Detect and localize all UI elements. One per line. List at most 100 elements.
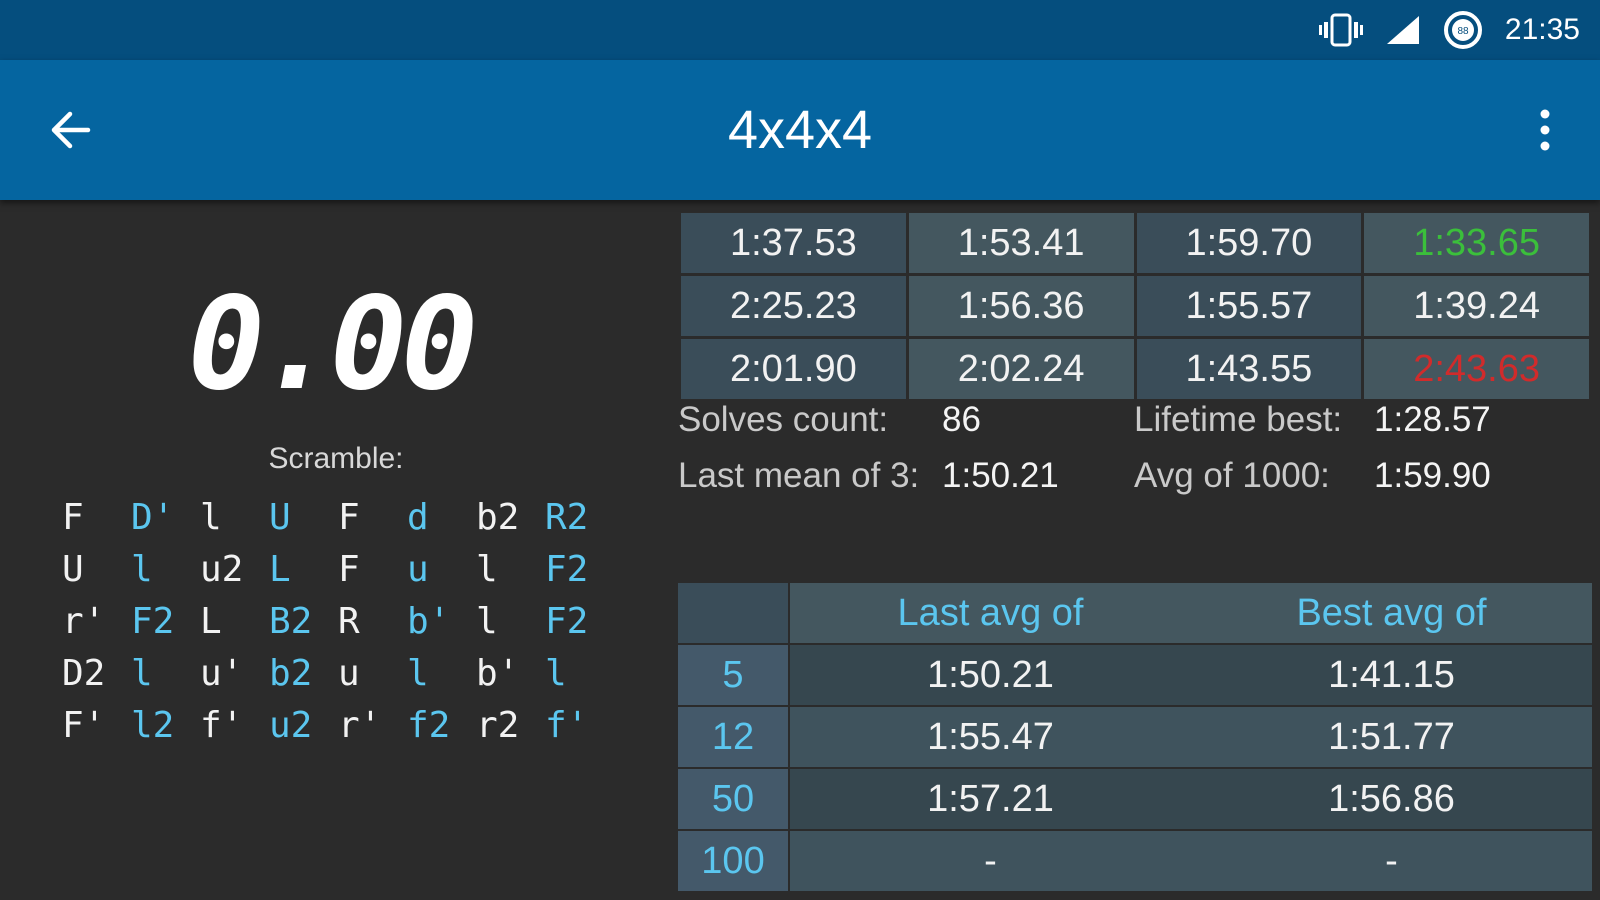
avg-count: 12 — [678, 707, 788, 767]
stats-panel: Solves count: 86 Lifetime best: 1:28.57 … — [678, 400, 1592, 510]
solve-time-cell[interactable]: 1:33.65 — [1364, 213, 1589, 273]
best-avg-value: 1:41.15 — [1191, 645, 1592, 705]
scramble-move: f2 — [407, 705, 451, 746]
scramble-move: U — [269, 497, 291, 538]
scramble-label: Scramble: — [268, 442, 404, 475]
scramble-move: l — [545, 653, 567, 694]
signal-icon — [1385, 14, 1421, 46]
app-bar: 4x4x4 — [0, 60, 1600, 200]
scramble-move: l — [131, 549, 153, 590]
scramble-move: l — [200, 497, 222, 538]
last-mean-stat: Last mean of 3: 1:50.21 — [678, 456, 1059, 496]
scramble-move: U — [62, 549, 84, 590]
scramble-sequence: F D' l U Fd b2 R2 Ul u2 L Fu l F2 r' F2 L B2 Rb' l F2 D2 l u' b… — [62, 492, 614, 752]
more-vert-icon — [1540, 109, 1550, 151]
last-avg-value: 1:55.47 — [790, 707, 1191, 767]
battery-saver-icon: 88 — [1443, 10, 1483, 50]
times-row: 2:25.23 1:56.36 1:55.57 1:39.24 — [681, 276, 1589, 336]
scramble-move: L — [269, 549, 291, 590]
last-avg-value: 1:50.21 — [790, 645, 1191, 705]
timer-display[interactable]: 0.00 — [180, 280, 480, 410]
times-row: 1:37.53 1:53.41 1:59.70 1:33.65 — [681, 213, 1589, 273]
scramble-move: l — [476, 549, 498, 590]
header-best-avg: Best avg of — [1191, 583, 1592, 643]
solve-time-cell[interactable]: 2:43.63 — [1364, 339, 1589, 399]
scramble-move: l — [131, 653, 153, 694]
solves-count-stat: Solves count: 86 — [678, 400, 981, 440]
lifetime-best-value: 1:28.57 — [1374, 400, 1491, 439]
scramble-move: F — [62, 497, 84, 538]
solve-time-cell[interactable]: 1:53.41 — [908, 213, 1134, 273]
solve-time-cell[interactable]: 2:02.24 — [908, 339, 1134, 399]
solve-time-cell[interactable]: 1:43.55 — [1136, 339, 1362, 399]
header-last-avg: Last avg of — [790, 583, 1191, 643]
solve-time-cell[interactable]: 1:59.70 — [1136, 213, 1362, 273]
best-avg-value: 1:56.86 — [1191, 769, 1592, 829]
scramble-move: l — [476, 601, 498, 642]
recent-times-table: 1:37.53 1:53.41 1:59.70 1:33.65 2:25.23 1:56.… — [678, 210, 1592, 402]
scramble-move: F' — [62, 705, 106, 746]
page-title: 4x4x4 — [727, 100, 873, 160]
scramble-move: F — [338, 497, 360, 538]
scramble-move: d — [407, 497, 429, 538]
scramble-move: r' — [62, 601, 106, 642]
solve-time-cell[interactable]: 1:56.36 — [908, 276, 1134, 336]
scramble-move: B2 — [269, 601, 313, 642]
last-avg-value: - — [790, 831, 1191, 891]
best-avg-value: - — [1191, 831, 1592, 891]
status-time: 21:35 — [1504, 13, 1580, 46]
scramble-move: L — [200, 601, 222, 642]
avg-count: 50 — [678, 769, 788, 829]
avg-count: 100 — [678, 831, 788, 891]
last-mean-value: 1:50.21 — [942, 456, 1059, 495]
times-row: 2:01.90 2:02.24 1:43.55 2:43.63 — [681, 339, 1589, 399]
solve-time-cell[interactable]: 2:25.23 — [681, 276, 906, 336]
scramble-move: u — [407, 549, 429, 590]
vibrate-icon — [1318, 13, 1363, 47]
scramble-move: R2 — [545, 497, 589, 538]
avg-1000-stat: Avg of 1000: 1:59.90 — [1134, 456, 1491, 496]
scramble-move: r' — [338, 705, 382, 746]
scramble-move: l — [407, 653, 429, 694]
lifetime-best-stat: Lifetime best: 1:28.57 — [1134, 400, 1491, 440]
scramble-move: u2 — [269, 705, 313, 746]
scramble-move: R — [338, 601, 360, 642]
averages-row[interactable]: 100- - — [678, 831, 1592, 891]
scramble-move: l2 — [131, 705, 175, 746]
scramble-move: b' — [407, 601, 451, 642]
scramble-move: f' — [545, 705, 589, 746]
scramble-move: D2 — [62, 653, 106, 694]
scramble-move: F2 — [131, 601, 175, 642]
solve-time-cell[interactable]: 1:55.57 — [1136, 276, 1362, 336]
svg-text:88: 88 — [1457, 26, 1469, 37]
scramble-move: b2 — [269, 653, 313, 694]
lifetime-best-label: Lifetime best: — [1134, 400, 1343, 439]
averages-header-corner — [678, 583, 788, 643]
overflow-menu-button[interactable] — [1520, 100, 1570, 160]
averages-row[interactable]: 12 1:55.47 1:51.77 — [678, 707, 1592, 767]
scramble-move: F2 — [545, 549, 589, 590]
solve-time-cell[interactable]: 1:39.24 — [1364, 276, 1589, 336]
last-mean-label: Last mean of 3: — [678, 456, 920, 495]
scramble-move: u2 — [200, 549, 244, 590]
avg-1000-value: 1:59.90 — [1374, 456, 1491, 495]
scramble-move: u' — [200, 653, 244, 694]
avg-1000-label: Avg of 1000: — [1134, 456, 1330, 495]
averages-header-row: Last avg of Best avg of — [678, 583, 1592, 643]
solves-count-label: Solves count: — [678, 400, 889, 439]
scramble-move: D' — [131, 497, 175, 538]
best-avg-value: 1:51.77 — [1191, 707, 1592, 767]
averages-table: Last avg of Best avg of 5 1:50.21 1:41.15 1… — [678, 583, 1592, 893]
averages-row[interactable]: 5 1:50.21 1:41.15 — [678, 645, 1592, 705]
scramble-move: f' — [200, 705, 244, 746]
scramble-move: u — [338, 653, 360, 694]
scramble-move: r2 — [476, 705, 520, 746]
solve-time-cell[interactable]: 1:37.53 — [681, 213, 906, 273]
scramble-move: b2 — [476, 497, 520, 538]
averages-row[interactable]: 50 1:57.21 1:56.86 — [678, 769, 1592, 829]
last-avg-value: 1:57.21 — [790, 769, 1191, 829]
status-bar: 88 21:35 — [0, 0, 1600, 60]
scramble-move: F2 — [545, 601, 589, 642]
solve-time-cell[interactable]: 2:01.90 — [681, 339, 906, 399]
scramble-move: F — [338, 549, 360, 590]
